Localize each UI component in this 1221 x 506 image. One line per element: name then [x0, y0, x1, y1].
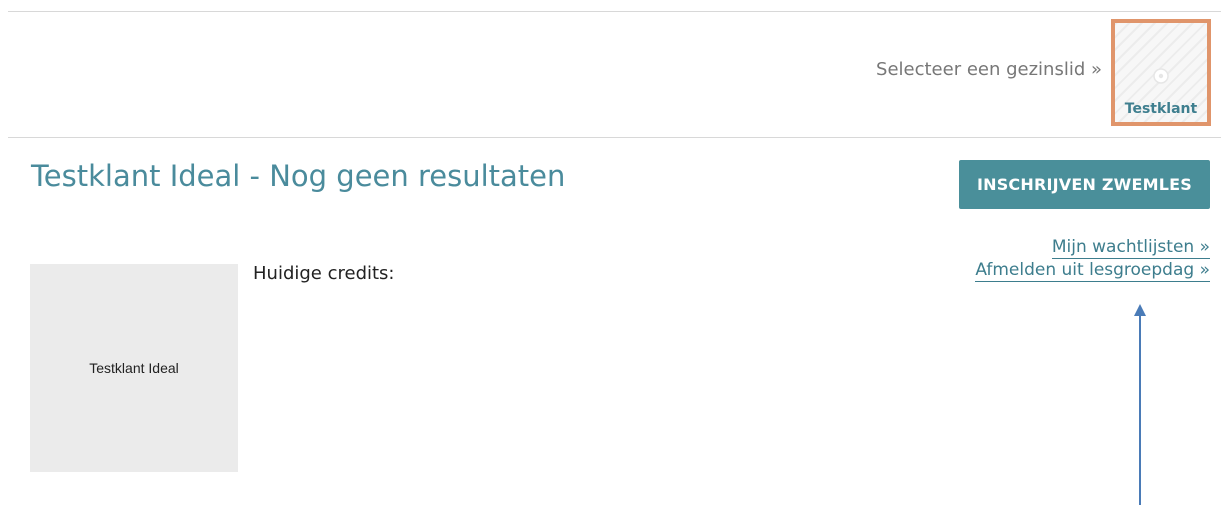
account-links: Mijn wachtlijsten » Afmelden uit lesgroe… [975, 236, 1210, 282]
profile-image-placeholder: Testklant Ideal [30, 264, 238, 472]
my-waitlists-link[interactable]: Mijn wachtlijsten » [1051, 236, 1210, 259]
section-divider [8, 137, 1221, 138]
select-family-member-prompt: Selecteer een gezinslid » [876, 59, 1102, 80]
family-member-tile-testklant[interactable]: Testklant [1111, 19, 1211, 126]
family-member-name: Testklant [1124, 101, 1198, 117]
unsubscribe-lesson-day-link[interactable]: Afmelden uit lesgroepdag » [975, 259, 1210, 282]
profile-image-alt-text: Testklant Ideal [89, 360, 179, 376]
annotation-arrow-icon [1134, 304, 1146, 505]
current-credits-label: Huidige credits: [253, 263, 395, 284]
enroll-swim-lesson-button[interactable]: INSCHRIJVEN ZWEMLES [959, 160, 1210, 209]
page-title: Testklant Ideal - Nog geen resultaten [31, 159, 566, 193]
top-divider [8, 11, 1221, 12]
placeholder-circle-icon [1153, 68, 1169, 84]
